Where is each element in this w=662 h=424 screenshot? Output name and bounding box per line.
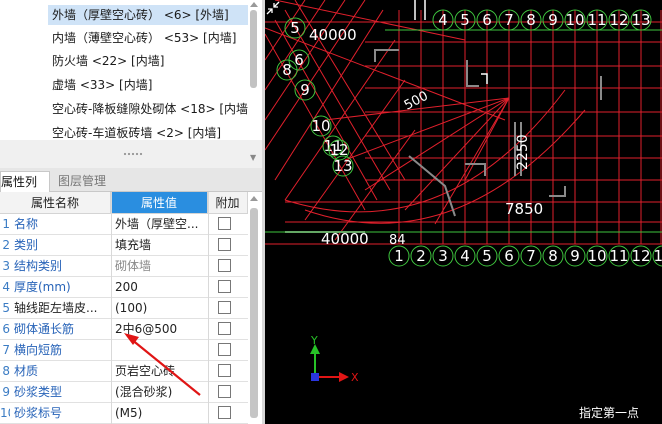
ucs-axis-icon: Y X [310,334,359,384]
pick-point-icon [266,1,280,15]
axis-bubble: 9 [542,9,564,31]
axis-bubble: 11 [608,245,630,267]
axis-x-label: X [351,371,359,384]
axis-bubble-label: 10 [311,117,330,135]
axis-bubble: 2 [410,245,432,267]
dimension-diagonal: 500 [402,89,431,114]
axis-bubble: 12 [630,245,652,267]
axis-y-label: Y [310,334,318,347]
axis-bubble-label: 5 [290,19,300,37]
axis-bubble-label: 11 [609,247,628,265]
dimension-bottom: 40000 [321,230,369,248]
axis-bubble: 1 [388,245,410,267]
axis-bubble-label: 13 [631,11,650,29]
axis-bubble: 5 [454,9,476,31]
axis-bubble: 9 [294,79,316,101]
axis-bubble-label: 7 [526,247,536,265]
axis-bubble: 13 [332,155,354,177]
axis-bubble-label: 4 [438,11,448,29]
axis-bubble: 10 [564,9,586,31]
axis-bubble-label: 12 [609,11,628,29]
axis-bubble-label: 6 [482,11,492,29]
axis-bubble-label: 10 [587,247,606,265]
axis-bubble-label: 8 [526,11,536,29]
axis-bubble: 10 [310,115,332,137]
axis-bubble-label: 2 [416,247,426,265]
axis-bubble-label: 8 [548,247,558,265]
axis-bubble: 3 [432,245,454,267]
axis-bubble: 7 [498,9,520,31]
dimension-top: 40000 [309,26,357,44]
dimension-bottom-prefix: 84 [389,233,406,248]
axis-bubble: 13 [652,245,662,267]
axis-bubble-label: 5 [482,247,492,265]
axis-bubble: 6 [476,9,498,31]
axis-bubble-label: 9 [300,81,310,99]
axis-bubble-label: 8 [282,61,292,79]
axis-bubble-label: 13 [333,157,352,175]
axis-bubble: 8 [276,59,298,81]
axis-bubble: 8 [542,245,564,267]
axis-bubble: 9 [564,245,586,267]
left-panel: 外墙（厚壁空心砖） <6> [外墙] 内墙（薄壁空心砖） <53> [内墙] 防… [0,0,263,424]
axis-bubble: 11 [586,9,608,31]
axis-bubble-label: 6 [504,247,514,265]
axis-bubble-label: 7 [504,11,514,29]
axis-bubble-label: 9 [548,11,558,29]
axis-bubble: 7 [520,245,542,267]
axis-bubble-label: 6 [294,51,304,69]
annotation-arrow-icon [124,333,201,396]
axis-bubble-label: 4 [460,247,470,265]
axis-bubble-label: 12 [631,247,650,265]
axis-bubble-label: 9 [570,247,580,265]
axis-bubble: 10 [586,245,608,267]
axis-bubble: 6 [498,245,520,267]
axis-bubble: 12 [608,9,630,31]
axis-bubble: 8 [520,9,542,31]
axis-bubble: 4 [454,245,476,267]
axis-bubble: 13 [630,9,652,31]
axis-bubble: 5 [284,17,306,39]
axis-bubble: 5 [476,245,498,267]
status-prompt: 指定第一点 [579,406,640,420]
dimension-mid: 7850 [505,200,543,218]
drawing-canvas[interactable]: 45678910111213 12345678910111213 5689101… [265,0,662,424]
dimension-vertical: 2250 [515,134,531,170]
axis-bubble: 4 [432,9,454,31]
axis-bubble: 6 [288,49,310,71]
axis-bubble-label: 10 [565,11,584,29]
axis-bubble-label: 3 [438,247,448,265]
axis-bubble-label: 1 [394,247,404,265]
axis-bubble-label: 13 [653,247,662,265]
axis-bubble-label: 5 [460,11,470,29]
axis-bubble-label: 11 [587,11,606,29]
